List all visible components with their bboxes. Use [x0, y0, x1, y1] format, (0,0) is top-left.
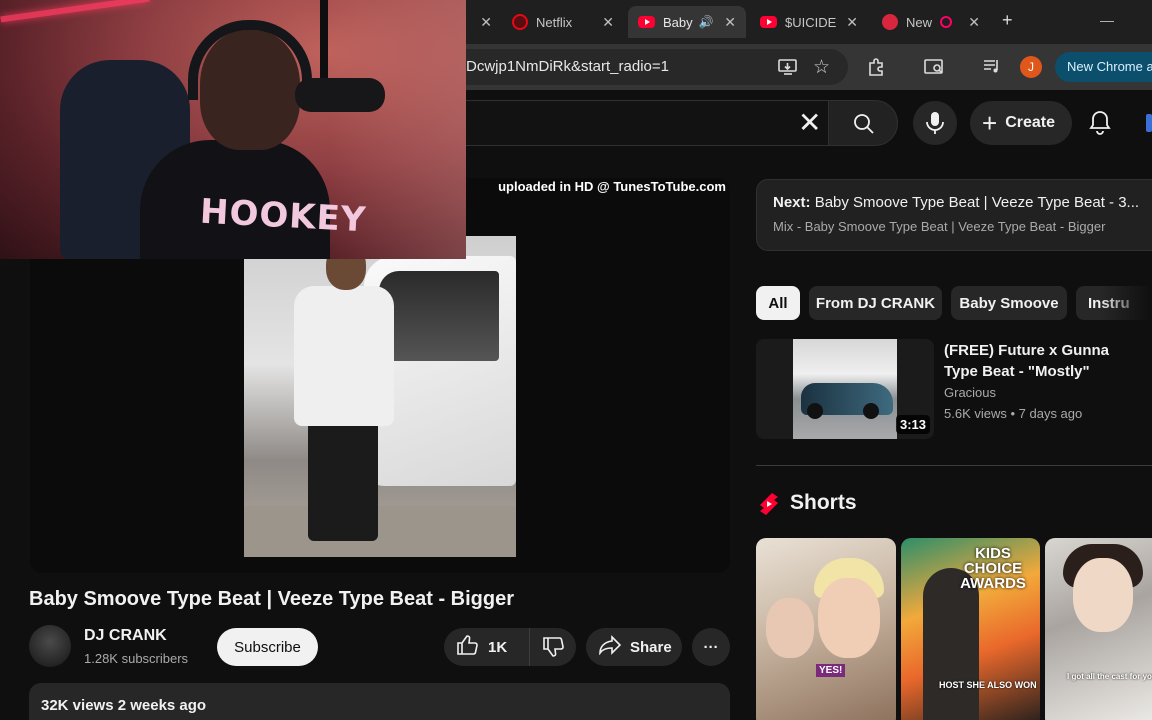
- thumbnail-image: [793, 339, 897, 439]
- tab-new[interactable]: New ✕: [872, 6, 990, 38]
- minimize-button[interactable]: —: [1100, 12, 1114, 28]
- tab-title: New: [906, 14, 933, 30]
- more-icon: ···: [703, 638, 719, 656]
- tab-baby-smoove[interactable]: Baby 🔊 ✕: [628, 6, 746, 38]
- close-tab-icon[interactable]: ✕: [846, 14, 858, 31]
- thumbs-down-icon: [543, 637, 564, 657]
- share-label: Share: [630, 638, 672, 656]
- bookmark-star-icon[interactable]: ☆: [813, 56, 830, 79]
- tab-suicide[interactable]: $UICIDE ✕: [750, 6, 868, 38]
- short-tag: YES!: [816, 664, 846, 677]
- audio-playing-icon[interactable]: 🔊: [699, 15, 714, 29]
- person-face: [766, 598, 814, 658]
- car-wheel: [807, 403, 823, 419]
- account-avatar[interactable]: [1146, 114, 1152, 132]
- views-and-date: 32K views 2 weeks ago: [41, 697, 207, 714]
- short-caption: HOST SHE ALSO WON: [939, 680, 1037, 690]
- chip-scroll-fade: [1100, 280, 1152, 326]
- app-favicon-icon: [882, 14, 898, 30]
- subscribe-button[interactable]: Subscribe: [217, 628, 318, 666]
- person-face: [1073, 558, 1133, 632]
- channel-avatar[interactable]: [29, 625, 71, 667]
- share-button[interactable]: Share: [586, 628, 682, 666]
- search-input[interactable]: [430, 100, 828, 146]
- thumbs-up-icon: [456, 634, 478, 660]
- channel-name[interactable]: DJ CRANK: [84, 627, 167, 645]
- search-button[interactable]: [828, 100, 898, 146]
- recommended-channel[interactable]: Gracious: [944, 385, 996, 400]
- chip-baby-smoove[interactable]: Baby Smoove: [951, 286, 1067, 320]
- create-button[interactable]: + Create: [970, 101, 1072, 145]
- more-actions-button[interactable]: ···: [692, 628, 730, 666]
- profile-avatar[interactable]: J: [1020, 56, 1042, 78]
- new-chrome-available-button[interactable]: New Chrome av: [1055, 52, 1152, 82]
- plus-icon: +: [982, 107, 998, 138]
- close-tab-icon[interactable]: ✕: [480, 14, 492, 31]
- short-video-1[interactable]: YES!: [756, 538, 896, 720]
- car-wheel: [863, 403, 879, 419]
- mic-arm: [320, 0, 328, 80]
- like-dislike-group: 1K: [444, 628, 576, 666]
- shorts-logo-icon: [759, 492, 779, 521]
- recording-icon: [940, 16, 953, 28]
- install-app-icon[interactable]: [778, 58, 798, 81]
- create-label: Create: [1005, 114, 1055, 131]
- video-watermark: uploaded in HD @ TunesToTube.com: [498, 179, 726, 194]
- divider: [756, 465, 1152, 466]
- clear-search-icon[interactable]: ✕: [798, 106, 821, 139]
- event-overlay-text: KIDS CHOICE AWARDS: [960, 545, 1026, 592]
- search-icon: [854, 114, 874, 134]
- headphones-icon: [188, 20, 312, 100]
- tab-search-icon[interactable]: [924, 58, 946, 81]
- led-strip: [0, 0, 150, 23]
- recommended-video-title[interactable]: (FREE) Future x Gunna Type Beat - "Mostl…: [944, 340, 1144, 382]
- youtube-favicon-icon: [760, 16, 777, 28]
- tab-first[interactable]: ✕: [466, 6, 500, 38]
- netflix-favicon-icon: [512, 14, 528, 30]
- video-artwork: [244, 236, 516, 557]
- shorts-heading: Shorts: [790, 491, 857, 514]
- mix-subtitle: Mix - Baby Smoove Type Beat | Veeze Type…: [773, 219, 1106, 234]
- tab-title: Baby: [663, 14, 693, 30]
- voice-search-button[interactable]: [913, 101, 957, 145]
- dislike-button[interactable]: [530, 628, 576, 666]
- close-tab-icon[interactable]: ✕: [602, 14, 614, 31]
- youtube-favicon-icon: [638, 16, 655, 28]
- next-video-title[interactable]: Next: Baby Smoove Type Beat | Veeze Type…: [773, 194, 1139, 211]
- microphone: [295, 78, 385, 112]
- new-tab-button[interactable]: +: [1002, 10, 1013, 31]
- person-legs: [308, 421, 378, 541]
- short-video-2[interactable]: KIDS CHOICE AWARDS HOST SHE ALSO WON: [901, 538, 1040, 720]
- next-up-panel[interactable]: [756, 179, 1152, 251]
- next-title-text: Baby Smoove Type Beat | Veeze Type Beat …: [814, 194, 1140, 211]
- short-caption: I got all the cast for you: [1067, 672, 1152, 681]
- short-video-3[interactable]: I got all the cast for you: [1045, 538, 1152, 720]
- extensions-puzzle-icon[interactable]: [867, 57, 887, 82]
- notifications-bell-icon[interactable]: [1088, 110, 1112, 141]
- close-tab-icon[interactable]: ✕: [968, 14, 980, 31]
- chip-from-dj-crank[interactable]: From DJ CRANK: [809, 286, 942, 320]
- screen: ✕ Netflix ✕ Baby 🔊 ✕ $UICIDE ✕ New ✕ + —…: [0, 0, 1152, 720]
- tab-title: Netflix: [536, 14, 573, 30]
- tab-netflix[interactable]: Netflix ✕: [502, 6, 624, 38]
- video-title: Baby Smoove Type Beat | Veeze Type Beat …: [29, 588, 515, 610]
- person-face: [818, 578, 880, 658]
- person-hoodie: [294, 286, 394, 426]
- recommended-meta: 5.6K views • 7 days ago: [944, 406, 1083, 421]
- url-text[interactable]: Dcwjp1NmDiRk&start_radio=1: [466, 58, 669, 75]
- microphone-icon: [926, 112, 944, 134]
- chip-all[interactable]: All: [756, 286, 800, 320]
- next-label: Next:: [773, 194, 811, 211]
- subscriber-count: 1.28K subscribers: [84, 651, 189, 666]
- garage-floor: [244, 506, 516, 557]
- share-arrow-icon: [598, 635, 622, 659]
- close-tab-icon[interactable]: ✕: [724, 14, 736, 31]
- media-controls-icon[interactable]: [982, 57, 1002, 80]
- tab-title: $UICIDE: [785, 14, 837, 30]
- like-button[interactable]: 1K: [444, 628, 530, 666]
- webcam-overlay: HOOKEY: [0, 0, 466, 259]
- like-count: 1K: [488, 638, 508, 656]
- car-window: [379, 271, 499, 361]
- video-duration: 3:13: [896, 415, 931, 434]
